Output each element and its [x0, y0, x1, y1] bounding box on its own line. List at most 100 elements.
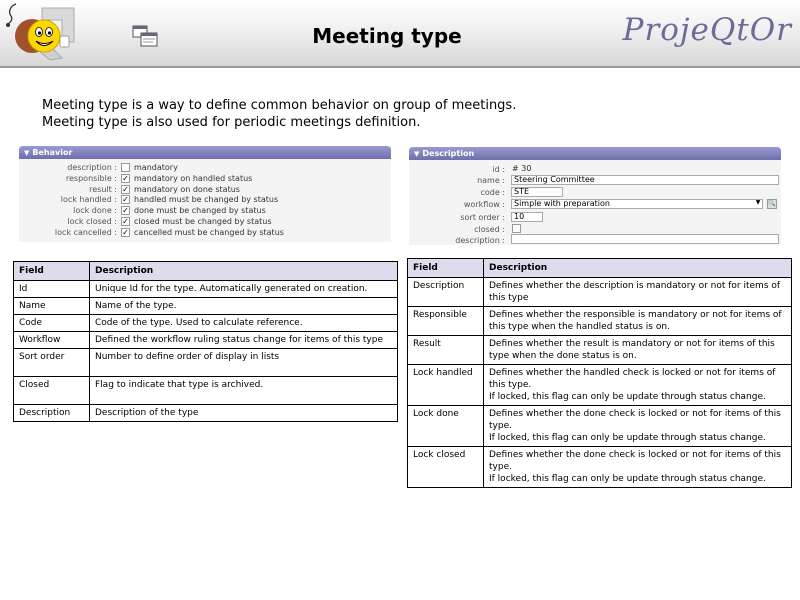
behavior-row: lock cancelled :	[19, 227, 117, 238]
description-note: If locked, this flag can only be update …	[489, 474, 766, 484]
description-text: Defines whether the result is mandatory …	[489, 339, 775, 361]
behavior-label: responsible :	[65, 173, 117, 183]
search-icon[interactable]: 🔍	[767, 199, 777, 209]
panel-title: Behavior	[32, 148, 73, 157]
behavior-label: lock cancelled :	[54, 227, 117, 237]
behavior-label: lock closed :	[67, 217, 117, 226]
table-header-row: Field Description	[13, 261, 398, 281]
description-panel: ▼ Description id : # 30 name : Steering C…	[409, 147, 781, 245]
description-note: If locked, this flag can only be update …	[489, 433, 766, 443]
description-cell: Defines whether the responsible is manda…	[483, 306, 792, 336]
closed-checkbox[interactable]	[512, 224, 521, 233]
collapse-arrow-icon[interactable]: ▼	[414, 150, 419, 158]
field-cell: Workflow	[13, 331, 90, 349]
field-cell: Closed	[13, 376, 90, 405]
behavior-row: lock closed :	[19, 216, 117, 227]
description-cell: Unique Id for the type. Automatically ge…	[89, 280, 398, 298]
behavior-label: result :	[89, 184, 117, 194]
description-cell: Description of the type	[89, 404, 398, 422]
table-row: Lock handled Defines whether the handled …	[407, 364, 792, 406]
field-cell: Lock handled	[407, 364, 484, 406]
behavior-text: cancelled must be changed by status	[134, 227, 284, 237]
table-row: Id Unique Id for the type. Automatically …	[13, 280, 398, 298]
description-note: If locked, this flag can only be update …	[489, 392, 766, 402]
description-text: Defines whether the done check is locked…	[489, 409, 781, 431]
field-cell: Id	[13, 280, 90, 298]
checked-checkbox[interactable]: ✓	[121, 173, 130, 183]
description-text: Defines whether the handled check is loc…	[489, 368, 776, 390]
table-row: Name Name of the type.	[13, 297, 398, 315]
description-cell: Defines whether the handled check is loc…	[483, 364, 792, 406]
column-header: Field	[13, 261, 90, 281]
table-row: Sort order Number to define order of disp…	[13, 348, 398, 377]
intro-line: Meeting type is also used for periodic m…	[42, 115, 421, 130]
collapse-arrow-icon[interactable]: ▼	[24, 149, 29, 157]
column-header: Description	[483, 258, 792, 278]
description-cell: Name of the type.	[89, 297, 398, 315]
description-cell: Flag to indicate that type is archived.	[89, 376, 398, 405]
table-row: Workflow Defined the workflow ruling stat…	[13, 331, 398, 349]
behavior-label: lock done :	[73, 206, 117, 216]
table-row: Result Defines whether the result is mand…	[407, 335, 792, 365]
checked-checkbox[interactable]: ✓	[121, 195, 130, 205]
checked-checkbox[interactable]: ✓	[121, 206, 130, 216]
panel-title: Description	[422, 149, 475, 158]
field-cell: Lock done	[407, 405, 484, 447]
dropdown-arrow-icon[interactable]: ▼	[753, 199, 763, 209]
page: Meeting type ProjeQtOr Meeting type is a…	[0, 0, 800, 600]
table-row: Code Code of the type. Used to calculate …	[13, 314, 398, 332]
checked-checkbox[interactable]: ✓	[121, 227, 130, 237]
field-cell: Description	[13, 404, 90, 422]
sort-order-label: sort order :	[460, 213, 505, 222]
brand-name: ProjeQtOr	[622, 12, 792, 48]
workflow-select[interactable]: Simple with preparation	[511, 199, 763, 209]
code-field[interactable]: STE	[511, 187, 563, 197]
field-cell: Sort order	[13, 348, 90, 377]
description-cell: Defines whether the description is manda…	[483, 277, 792, 307]
table-header-row: Field Description	[407, 258, 792, 278]
behavior-text: closed must be changed by status	[134, 217, 272, 226]
unchecked-checkbox[interactable]	[121, 163, 130, 172]
description-text: Defines whether the responsible is manda…	[489, 310, 782, 332]
field-cell: Code	[13, 314, 90, 332]
workflow-label: workflow :	[463, 200, 505, 209]
name-field[interactable]: Steering Committee	[511, 175, 779, 185]
table-row: Closed Flag to indicate that type is arch…	[13, 376, 398, 405]
description-field[interactable]	[511, 234, 779, 244]
behavior-row: lock handled :	[19, 194, 117, 205]
field-cell: Description	[407, 277, 484, 307]
field-description-table-right: Field Description Description Defines whe…	[407, 258, 792, 488]
code-label: code :	[480, 188, 505, 197]
behavior-panel-header[interactable]: ▼ Behavior	[19, 146, 391, 159]
behavior-label: description :	[67, 163, 117, 172]
id-label: id :	[492, 165, 505, 174]
column-header: Description	[89, 261, 398, 281]
column-header: Field	[407, 258, 484, 278]
field-cell: Responsible	[407, 306, 484, 336]
description-cell: Number to define order of display in lis…	[89, 348, 398, 377]
id-value: # 30	[512, 164, 532, 173]
description-panel-header[interactable]: ▼ Description	[409, 147, 781, 160]
behavior-row: description :	[19, 162, 117, 173]
description-cell: Defined the workflow ruling status chang…	[89, 331, 398, 349]
description-text: Defines whether the description is manda…	[489, 281, 781, 303]
behavior-label: lock handled :	[60, 195, 117, 205]
behavior-text: done must be changed by status	[134, 206, 266, 216]
description-label: description :	[455, 236, 505, 245]
table-row: Lock done Defines whether the done check …	[407, 405, 792, 447]
description-text: Defines whether the done check is locked…	[489, 450, 781, 472]
checked-checkbox[interactable]: ✓	[121, 184, 130, 194]
behavior-text: mandatory	[134, 163, 178, 172]
sort-order-field[interactable]: 10	[511, 212, 543, 222]
table-row: Responsible Defines whether the responsib…	[407, 306, 792, 336]
intro-line: Meeting type is a way to define common b…	[42, 98, 517, 113]
field-cell: Lock closed	[407, 446, 484, 488]
checked-checkbox[interactable]: ✓	[121, 217, 130, 226]
intro-text: Meeting type is a way to define common b…	[42, 97, 516, 131]
description-cell: Code of the type. Used to calculate refe…	[89, 314, 398, 332]
table-row: Description Defines whether the descripti…	[407, 277, 792, 307]
behavior-row: result :	[19, 184, 117, 195]
behavior-row: responsible :	[19, 173, 117, 184]
description-cell: Defines whether the done check is locked…	[483, 405, 792, 447]
behavior-text: mandatory on done status	[134, 184, 240, 194]
